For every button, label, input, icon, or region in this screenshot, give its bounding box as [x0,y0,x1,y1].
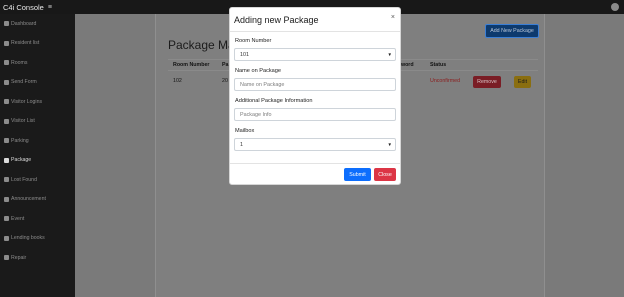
modal-title: Adding new Package [234,15,319,25]
sidebar-item-label: Event [11,215,25,222]
close-icon[interactable]: × [391,14,395,21]
event-icon [4,216,9,222]
user-icon[interactable] [611,3,619,11]
name-on-package-input[interactable]: Name on Package [234,78,396,91]
remove-button[interactable]: Remove [473,76,501,88]
sidebar-item-visitor-list[interactable]: Visitor List [0,112,75,132]
brand-title: C4i Console [3,2,44,12]
add-package-modal: Adding new Package × Room Number 101 ▼ N… [229,7,401,185]
wrench-icon [4,255,9,261]
sidebar-item-announcement[interactable]: Announcement [0,190,75,210]
sidebar-item-label: Resident list [11,40,40,47]
rooms-icon [4,60,9,66]
sidebar: Dashboard Resident list Rooms Send Form … [0,14,75,297]
cell-package: 20 [222,78,228,84]
sidebar-item-label: Announcement [11,196,46,203]
sidebar-item-package[interactable]: Package [0,151,75,171]
sidebar-item-label: Visitor List [11,118,35,125]
sidebar-item-label: Parking [11,137,29,144]
package-icon [4,157,9,163]
sidebar-item-label: Package [11,157,32,164]
column-header-status: Status [430,62,447,68]
sidebar-item-label: Lending books [11,235,45,242]
sidebar-item-label: Send Form [11,79,37,86]
room-number-value: 101 [240,51,249,58]
column-header-room: Room Number [173,62,210,68]
sidebar-item-lost-found[interactable]: Lost Found [0,170,75,190]
sidebar-item-dashboard[interactable]: Dashboard [0,14,75,34]
close-button[interactable]: Close [374,168,396,181]
page-title: Package Ma [168,38,235,52]
divider [230,31,400,32]
sidebar-item-lending-books[interactable]: Lending books [0,229,75,249]
column-header-package: Pa [222,62,229,68]
chevron-down-icon: ▼ [387,142,392,147]
divider [230,163,400,164]
mailbox-select[interactable]: 1 ▼ [234,138,396,151]
sidebar-item-label: Lost Found [11,176,37,183]
status-badge: Unconfirmed [430,78,461,84]
sidebar-item-rooms[interactable]: Rooms [0,53,75,73]
sidebar-item-label: Dashboard [11,20,37,27]
parking-icon [4,138,9,144]
announcement-icon [4,196,9,202]
mailbox-label: Mailbox [235,128,255,134]
name-on-package-label: Name on Package [235,68,282,74]
package-info-input[interactable]: Package Info [234,108,396,121]
room-number-select[interactable]: 101 ▼ [234,48,396,61]
sidebar-item-label: Rooms [11,59,28,66]
hamburger-icon[interactable]: ≡ [48,4,52,11]
cell-room: 102 [173,78,182,84]
login-icon [4,99,9,105]
submit-button[interactable]: Submit [344,168,371,181]
room-number-label: Room Number [235,38,272,44]
sidebar-item-repair[interactable]: Repair [0,248,75,268]
lost-found-icon [4,177,9,183]
dashboard-icon [4,21,9,27]
book-icon [4,235,9,241]
sidebar-item-send-form[interactable]: Send Form [0,73,75,93]
sidebar-item-label: Repair [11,254,27,261]
sidebar-item-resident-list[interactable]: Resident list [0,34,75,54]
edit-button[interactable]: Edit [514,76,531,88]
mailbox-value: 1 [240,141,243,148]
package-info-label: Additional Package Information [235,98,313,104]
sidebar-item-event[interactable]: Event [0,209,75,229]
sidebar-item-label: Visitor Logins [11,98,43,105]
send-icon [4,79,9,85]
add-package-button[interactable]: Add New Package [485,24,539,38]
chevron-down-icon: ▼ [387,52,392,57]
users-icon [4,40,9,46]
sidebar-item-visitor-logins[interactable]: Visitor Logins [0,92,75,112]
sidebar-item-parking[interactable]: Parking [0,131,75,151]
visitor-icon [4,118,9,124]
